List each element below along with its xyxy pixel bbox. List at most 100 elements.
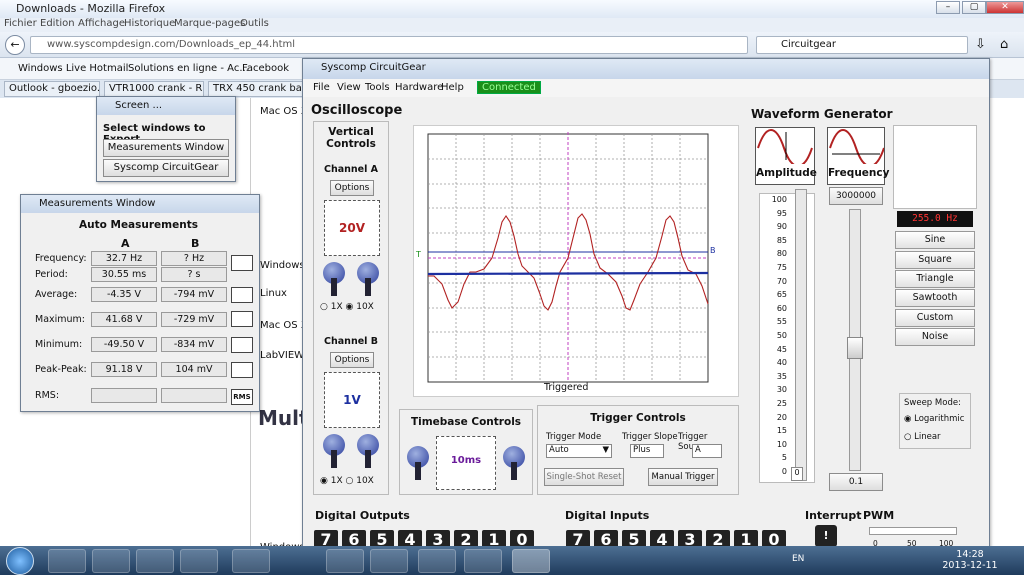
- start-button[interactable]: [6, 547, 34, 575]
- channel-b-marker[interactable]: B: [710, 246, 716, 255]
- page-link[interactable]: Linux: [260, 288, 287, 299]
- menu-affichage[interactable]: Affichage: [78, 18, 125, 29]
- app-icon[interactable]: [370, 549, 408, 573]
- cg-menu-file[interactable]: File: [313, 82, 330, 93]
- frequency-value[interactable]: 3000000: [829, 187, 883, 205]
- channel-b-1x-label: 1X: [330, 476, 343, 486]
- pwm-slider[interactable]: [869, 527, 957, 535]
- page-link[interactable]: Mac OS X: [260, 320, 308, 331]
- scale-tick: 75: [776, 262, 787, 272]
- back-button[interactable]: ←: [5, 35, 25, 55]
- scale-tick: 70: [776, 276, 787, 286]
- search-input[interactable]: Circuitgear: [756, 36, 968, 54]
- average-icon[interactable]: [231, 287, 253, 303]
- channel-a-minus-knob[interactable]: [320, 262, 348, 296]
- menu-marque-pages[interactable]: Marque-pages: [174, 18, 245, 29]
- app-icon[interactable]: [326, 549, 364, 573]
- interrupt-icon[interactable]: !: [815, 525, 837, 547]
- channel-a-plus-knob[interactable]: [354, 262, 382, 296]
- channel-a-options-button[interactable]: Options: [330, 180, 374, 196]
- bookmark-facebook[interactable]: Facebook: [242, 63, 289, 74]
- cg-menu-help[interactable]: Help: [441, 82, 464, 93]
- export-measurements-button[interactable]: Measurements Window: [103, 139, 229, 157]
- explorer-icon[interactable]: [48, 549, 86, 573]
- value-a: 41.68 V: [91, 312, 157, 327]
- minimum-icon[interactable]: [231, 337, 253, 353]
- page-link[interactable]: Mac OS X: [260, 106, 308, 117]
- channel-b-minus-knob[interactable]: [320, 434, 348, 468]
- trigger-source-spinner[interactable]: A: [692, 444, 722, 458]
- tab-vtr1000[interactable]: VTR1000 crank - R...: [104, 81, 204, 97]
- chrome-icon[interactable]: [232, 549, 270, 573]
- channel-b-10x-radio[interactable]: ○: [346, 476, 357, 486]
- page-link[interactable]: Windows: [260, 260, 305, 271]
- tab-trx450[interactable]: TRX 450 crank bal...: [208, 81, 304, 97]
- export-circuitgear-button[interactable]: Syscomp CircuitGear: [103, 159, 229, 177]
- peak-peak-icon[interactable]: [231, 362, 253, 378]
- frequency-button[interactable]: Frequency: [827, 127, 889, 185]
- timebase-plus-knob[interactable]: [500, 446, 528, 480]
- menu-outils[interactable]: Outils: [240, 18, 269, 29]
- frequency-icon[interactable]: [231, 255, 253, 271]
- manual-trigger-button[interactable]: Manual Trigger: [648, 468, 718, 486]
- sawtooth-button[interactable]: Sawtooth: [895, 289, 975, 307]
- menu-historique[interactable]: Historique: [124, 18, 175, 29]
- maximize-button[interactable]: ▢: [962, 1, 986, 14]
- channel-a-10x-radio[interactable]: ◉: [346, 302, 357, 312]
- minimize-button[interactable]: –: [936, 1, 960, 14]
- pdf-icon[interactable]: [418, 549, 456, 573]
- scope-display[interactable]: T B Triggered: [413, 125, 739, 397]
- channel-b-plus-knob[interactable]: [354, 434, 382, 468]
- trigger-slope-label: Trigger Slope: [622, 432, 678, 442]
- trigger-mode-select[interactable]: Auto ▼: [546, 444, 612, 458]
- menu-edition[interactable]: Edition: [40, 18, 75, 29]
- app-icon[interactable]: [464, 549, 502, 573]
- firefox-icon[interactable]: [136, 549, 174, 573]
- scale-tick: 0: [781, 466, 787, 476]
- tab-outlook[interactable]: Outlook - gboezio...: [4, 81, 100, 97]
- close-button[interactable]: ✕: [986, 1, 1024, 14]
- amplitude-button[interactable]: Amplitude: [755, 127, 817, 185]
- circuitgear-icon[interactable]: [512, 549, 550, 573]
- bookmark-solutions[interactable]: Solutions en ligne - Ac...: [128, 63, 249, 74]
- frequency-slider-handle[interactable]: [847, 337, 863, 359]
- trigger-marker[interactable]: T: [416, 250, 421, 259]
- logarithmic-label: Logarithmic: [914, 414, 965, 424]
- triangle-button[interactable]: Triangle: [895, 270, 975, 288]
- trigger-slope-spinner[interactable]: Plus: [630, 444, 664, 458]
- logarithmic-radio[interactable]: ◉: [904, 414, 914, 424]
- noise-button[interactable]: Noise: [895, 328, 975, 346]
- cg-menu-tools[interactable]: Tools: [365, 82, 390, 93]
- auto-measurements-heading: Auto Measurements: [79, 219, 198, 231]
- cg-menu-hardware[interactable]: Hardware: [395, 82, 443, 93]
- menu-fichier[interactable]: Fichier: [4, 18, 37, 29]
- channel-a-1x-radio[interactable]: ○: [320, 302, 331, 312]
- clock[interactable]: 14:28 2013-12-11: [940, 549, 1000, 571]
- value-b: -834 mV: [161, 337, 227, 352]
- channel-b-1x-radio[interactable]: ◉: [320, 476, 331, 486]
- scale-tick: 90: [776, 222, 787, 232]
- cg-menu-view[interactable]: View: [337, 82, 361, 93]
- page-link[interactable]: LabVIEW: [260, 350, 304, 361]
- single-shot-reset-button[interactable]: Single-Shot Reset: [544, 468, 624, 486]
- language-indicator[interactable]: EN: [792, 554, 804, 564]
- square-button[interactable]: Square: [895, 251, 975, 269]
- home-icon[interactable]: ⌂: [1000, 37, 1008, 52]
- sine-button[interactable]: Sine: [895, 231, 975, 249]
- channel-b-options-button[interactable]: Options: [330, 352, 374, 368]
- bookmark-hotmail[interactable]: Windows Live Hotmail: [18, 63, 128, 74]
- amplitude-slider[interactable]: [795, 189, 807, 481]
- vertical-controls-title: Vertical Controls: [326, 126, 376, 150]
- timebase-minus-knob[interactable]: [404, 446, 432, 480]
- value-b: 104 mV: [161, 362, 227, 377]
- app-icon[interactable]: [180, 549, 218, 573]
- maximum-icon[interactable]: [231, 311, 253, 327]
- media-player-icon[interactable]: [92, 549, 130, 573]
- rms-icon[interactable]: RMS: [231, 389, 253, 405]
- url-bar[interactable]: www.syscompdesign.com/Downloads_ep_44.ht…: [30, 36, 748, 54]
- custom-button[interactable]: Custom: [895, 309, 975, 327]
- linear-radio[interactable]: ○: [904, 432, 914, 442]
- scale-tick: 60: [776, 303, 787, 313]
- download-icon[interactable]: ⇩: [975, 37, 986, 52]
- page-heading: Mult: [258, 406, 309, 430]
